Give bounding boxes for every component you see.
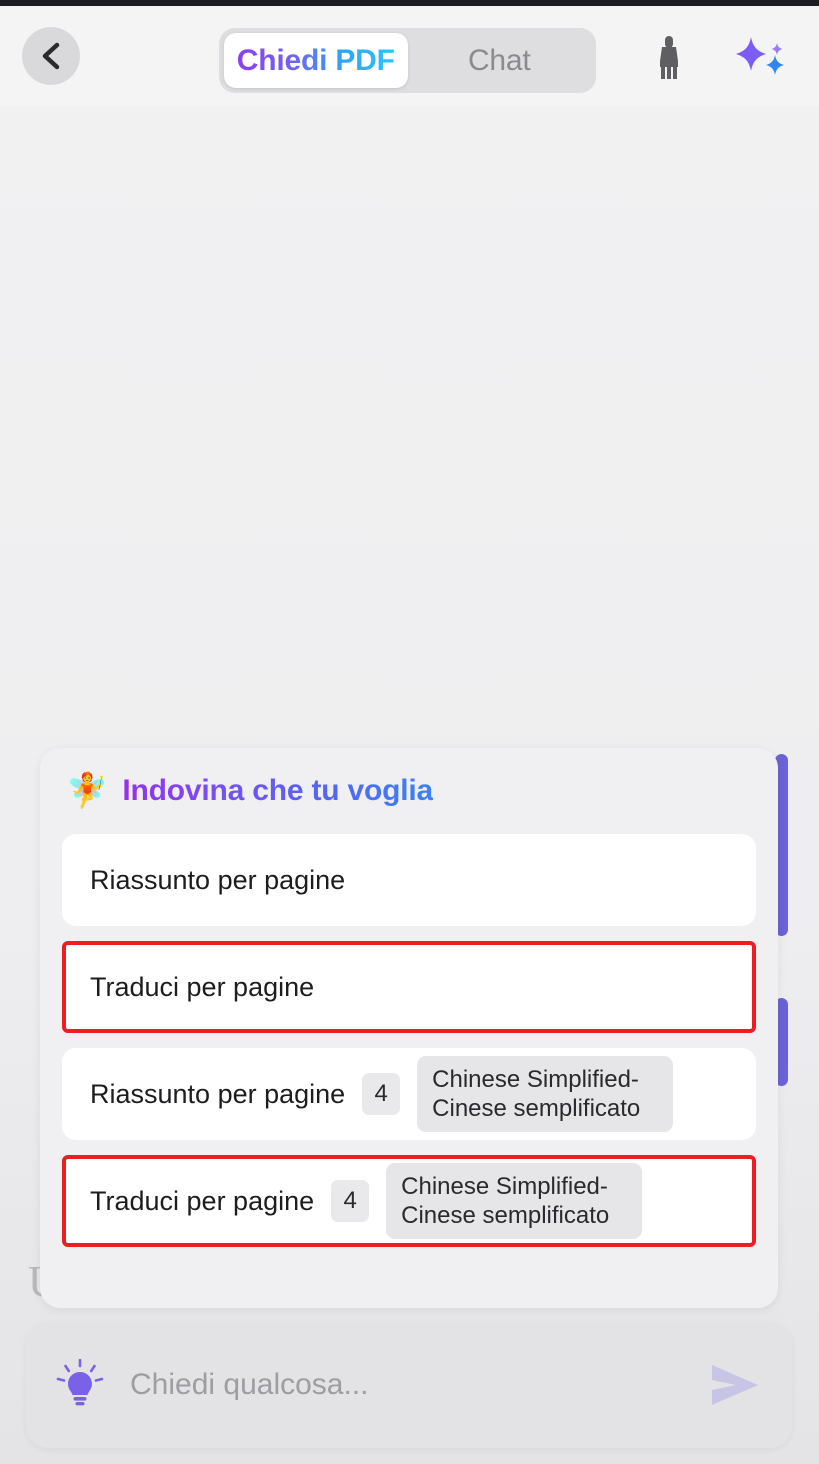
send-button[interactable] <box>706 1361 762 1409</box>
suggestion-item-traduci[interactable]: Traduci per pagine <box>62 941 756 1033</box>
chevron-left-icon <box>38 41 64 71</box>
suggestions-list: Riassunto per pagine Traduci per pagine … <box>62 834 756 1247</box>
language-badge: Chinese Simplified-Cinese semplificato <box>386 1162 643 1240</box>
suggestions-header: 🧚 Indovina che tu voglia <box>62 748 756 834</box>
suggestion-label: Traduci per pagine <box>90 1185 315 1216</box>
suggestion-label: Riassunto per pagine <box>90 864 346 895</box>
fairy-icon: 🧚 <box>66 772 109 810</box>
suggestions-title: Indovina che tu voglia <box>122 774 433 807</box>
lightbulb-icon[interactable] <box>56 1359 104 1411</box>
suggestions-card: 🧚 Indovina che tu voglia Riassunto per p… <box>40 748 778 1308</box>
sparkles-icon <box>735 33 787 88</box>
language-badge: Chinese Simplified-Cinese semplificato <box>417 1055 674 1133</box>
page-count-badge: 4 <box>331 1180 370 1222</box>
mode-segmented-control[interactable]: Chiedi PDF Chat <box>219 28 596 93</box>
chat-input-field[interactable]: Chiedi qualcosa... <box>130 1368 680 1402</box>
tab-chiedi-pdf[interactable]: Chiedi PDF <box>224 33 408 88</box>
app-header: Chiedi PDF Chat <box>0 6 819 106</box>
suggestion-item-traduci-lang[interactable]: Traduci per pagine 4 Chinese Simplified-… <box>62 1155 756 1247</box>
back-button[interactable] <box>22 27 80 85</box>
tab-chat[interactable]: Chat <box>408 33 592 88</box>
suggestion-item-riassunto-lang[interactable]: Riassunto per pagine 4 Chinese Simplifie… <box>62 1048 756 1140</box>
suggestion-label: Riassunto per pagine <box>90 1078 346 1109</box>
send-icon <box>712 1365 758 1405</box>
tab-chat-label: Chat <box>467 43 531 77</box>
page-count-badge: 4 <box>362 1073 401 1115</box>
tab-chiedi-pdf-label: Chiedi PDF <box>236 43 395 77</box>
suggestion-label: Traduci per pagine <box>90 971 315 1002</box>
suggestion-item-riassunto[interactable]: Riassunto per pagine <box>62 834 756 926</box>
header-actions <box>641 32 789 88</box>
chat-input-bar[interactable]: Chiedi qualcosa... <box>26 1322 792 1448</box>
clear-chat-button[interactable] <box>641 32 697 88</box>
brush-icon <box>649 34 689 87</box>
ai-magic-button[interactable] <box>733 32 789 88</box>
